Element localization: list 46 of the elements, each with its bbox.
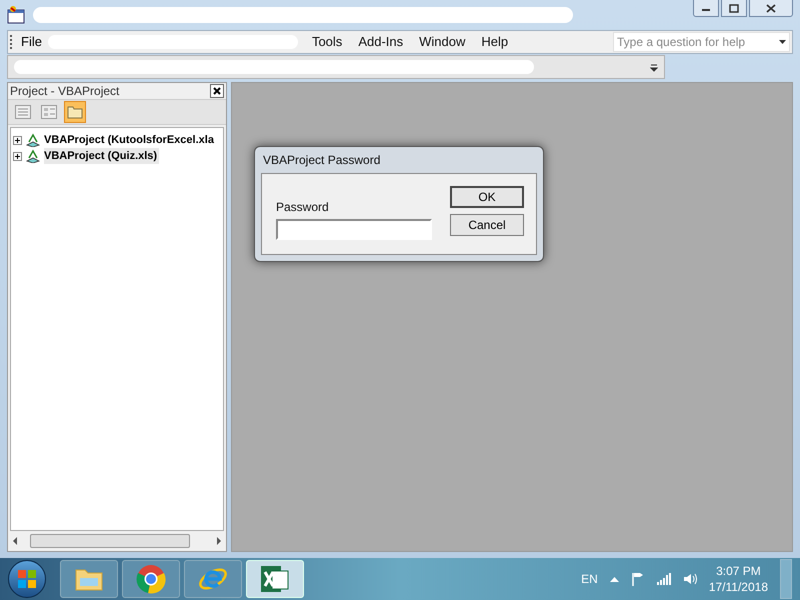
dialog-button[interactable]: Cancel xyxy=(450,214,524,236)
menu-item[interactable]: File xyxy=(21,32,42,52)
close-button[interactable] xyxy=(749,0,793,17)
list-icon xyxy=(15,105,31,119)
expand-icon[interactable] xyxy=(13,136,22,144)
project-icon xyxy=(25,133,41,147)
windows-logo-icon xyxy=(17,569,37,589)
menu-item[interactable]: Add-Ins xyxy=(358,32,404,52)
menu-item[interactable]: Window xyxy=(419,32,466,52)
password-field[interactable] xyxy=(276,219,432,240)
project-icon xyxy=(25,149,41,163)
tree-item[interactable]: VBAProject (KutoolsforExcel.xla xyxy=(44,132,216,148)
expand-icon[interactable] xyxy=(13,152,22,160)
close-icon xyxy=(213,87,221,95)
dialog-title: VBAProject Password xyxy=(263,152,380,169)
toolbar-button[interactable] xyxy=(64,101,86,123)
field-label: Password xyxy=(276,199,330,216)
taskbar-button[interactable] xyxy=(122,560,180,598)
chrome-icon xyxy=(136,564,166,594)
application-icon xyxy=(7,6,25,24)
help-search-field[interactable]: Type a question for help xyxy=(613,32,790,52)
close-icon xyxy=(766,4,776,12)
restore-icon xyxy=(729,4,739,12)
form-icon xyxy=(41,105,57,119)
dialog-button[interactable]: OK xyxy=(450,186,524,208)
grip-icon xyxy=(10,35,13,49)
menu-item[interactable]: Help xyxy=(481,32,508,52)
flag-icon[interactable] xyxy=(630,572,645,586)
scrollbar-thumb[interactable] xyxy=(30,534,190,548)
dropdown-arrow-icon xyxy=(779,40,786,44)
menu-item[interactable]: Tools xyxy=(312,32,342,52)
start-button[interactable] xyxy=(8,560,46,598)
maximize-button[interactable] xyxy=(721,0,747,17)
caret-up-icon[interactable] xyxy=(610,576,619,582)
panel-title: Project - VBAProject xyxy=(10,83,120,100)
minimize-button[interactable] xyxy=(693,0,719,17)
folder-icon xyxy=(67,105,83,119)
tree-item[interactable]: VBAProject (Quiz.xls) xyxy=(44,148,160,164)
speaker-icon[interactable] xyxy=(682,572,697,586)
clock-time[interactable]: 3:07 PM xyxy=(716,563,761,579)
excel-icon xyxy=(260,565,290,593)
scroll-right-icon[interactable] xyxy=(214,536,224,546)
signal-icon[interactable] xyxy=(656,573,671,585)
clock-date[interactable]: 17/11/2018 xyxy=(708,579,768,595)
close-button[interactable] xyxy=(210,84,224,98)
toolbar-overflow-icon xyxy=(650,62,658,72)
